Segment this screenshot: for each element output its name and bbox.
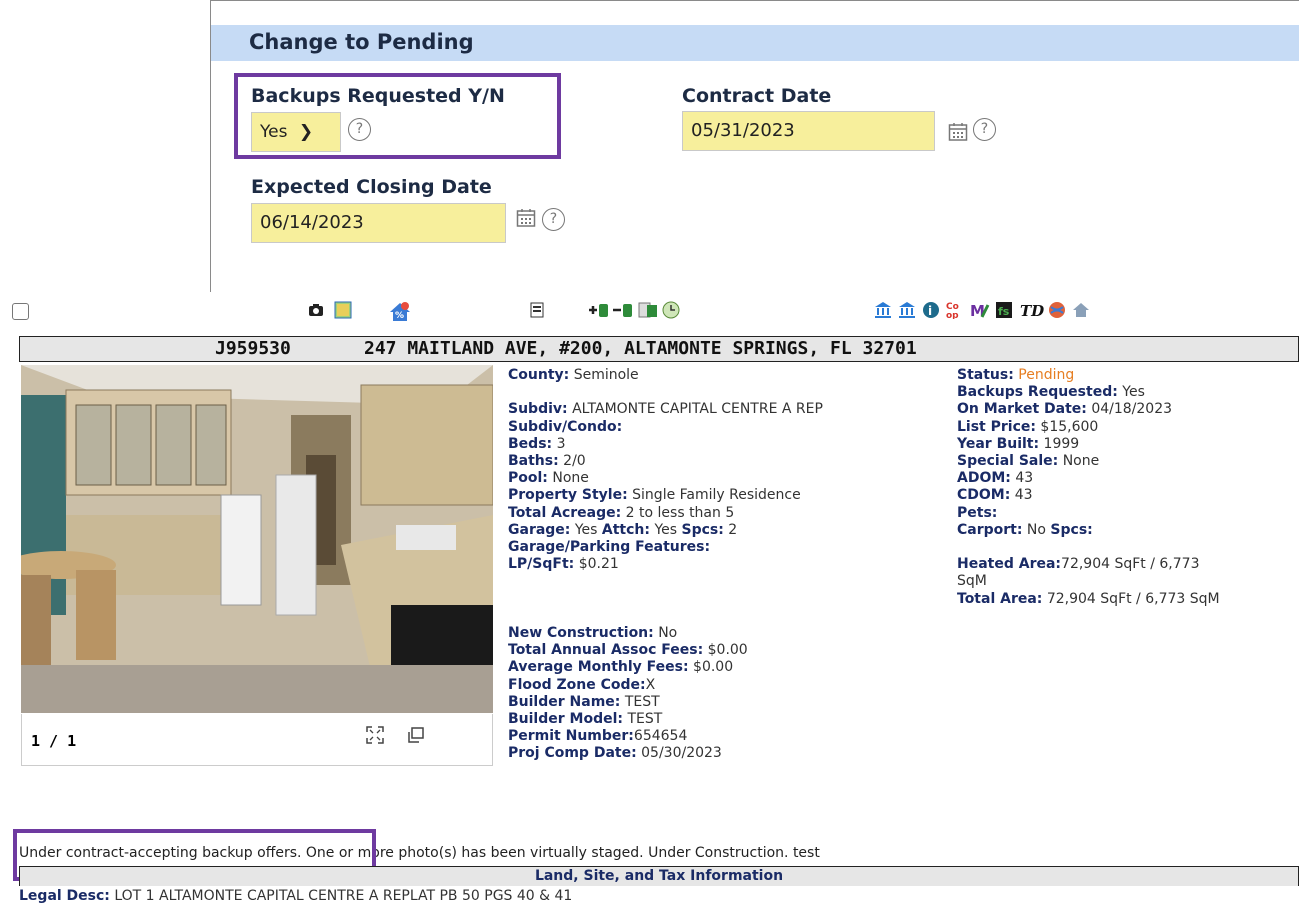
- proj-comp-date-row: Proj Comp Date: 05/30/2023: [508, 745, 722, 762]
- adom-row: ADOM: 43: [957, 470, 1034, 487]
- svg-text:fs: fs: [998, 305, 1010, 318]
- listing-details-left: County: Seminole Subdiv: ALTAMONTE CAPIT…: [508, 367, 938, 763]
- flood-data-icon[interactable]: fs: [995, 301, 1013, 319]
- map-globe-icon[interactable]: [1048, 301, 1066, 319]
- price-change-icon[interactable]: %: [389, 301, 411, 323]
- listing-address-bar: J959530 247 MAITLAND AVE, #200, ALTAMONT…: [19, 336, 1299, 362]
- builder-name-row: Builder Name: TEST: [508, 693, 660, 710]
- permit-number-row: Permit Number:654654: [508, 728, 688, 745]
- info-globe-icon[interactable]: i: [922, 301, 940, 319]
- cdom-row: CDOM: 43: [957, 487, 1033, 504]
- pets-row: Pets:: [957, 504, 998, 521]
- parking-features-row: Garage/Parking Features:: [508, 539, 711, 556]
- garage-row: Garage: Yes Attch: Yes Spcs: 2: [508, 521, 738, 538]
- year-built-row: Year Built: 1999: [957, 435, 1080, 452]
- home-icon[interactable]: [1072, 301, 1090, 319]
- svg-text:%: %: [395, 311, 404, 321]
- photo-counter: 1 / 1: [31, 732, 77, 750]
- panel-title: Change to Pending: [249, 30, 474, 54]
- heated-area-row: Heated Area:72,904 SqFt / 6,773: [957, 556, 1200, 573]
- calendar-icon[interactable]: [948, 122, 968, 142]
- tax-records-icon[interactable]: [874, 301, 892, 319]
- list-price-row: List Price: $15,600: [957, 418, 1099, 435]
- listing-toolbar: % i Co op M fs TD: [0, 293, 1299, 335]
- on-market-date-row: On Market Date: 04/18/2023: [957, 401, 1173, 418]
- photo-gallery-icon[interactable]: [334, 301, 352, 319]
- help-icon[interactable]: ?: [973, 118, 996, 141]
- kitchen-photo-image: [21, 365, 493, 713]
- county-row: County: Seminole: [508, 367, 639, 383]
- camera-icon[interactable]: [307, 301, 325, 319]
- total-area-row: Total Area: 72,904 SqFt / 6,773 SqM: [957, 590, 1220, 607]
- new-construction-row: New Construction: No: [508, 625, 678, 642]
- beds-row: Beds: 3: [508, 435, 566, 452]
- lp-sqft-row: LP/SqFt: $0.21: [508, 556, 619, 573]
- builder-model-row: Builder Model: TEST: [508, 711, 663, 728]
- property-style-row: Property Style: Single Family Residence: [508, 487, 801, 504]
- status-row: Status: Pending: [957, 367, 1075, 383]
- carport-row: Carport: No Spcs:: [957, 521, 1093, 538]
- contract-date-label: Contract Date: [682, 85, 832, 107]
- svg-text:TD: TD: [1020, 302, 1044, 319]
- expected-closing-date-input[interactable]: 06/14/2023: [251, 203, 506, 243]
- listing-details-right: Status: Pending Backups Requested: Yes O…: [957, 367, 1297, 608]
- monthly-fees-row: Average Monthly Fees: $0.00: [508, 659, 734, 676]
- fullscreen-icon[interactable]: [365, 725, 385, 745]
- subdiv-row: Subdiv: ALTAMONTE CAPITAL CENTRE A REP: [508, 401, 823, 418]
- annual-assoc-fees-row: Total Annual Assoc Fees: $0.00: [508, 642, 748, 659]
- select-listing-checkbox[interactable]: [12, 303, 29, 320]
- legal-desc-row: Legal Desc: LOT 1 ALTAMONTE CAPITAL CENT…: [19, 888, 573, 904]
- heated-area-row-cont: SqM: [957, 573, 987, 590]
- special-sale-row: Special Sale: None: [957, 453, 1100, 470]
- listing-photo[interactable]: [21, 365, 493, 713]
- panel-header: Change to Pending: [211, 25, 1299, 61]
- contract-date-input[interactable]: 05/31/2023: [682, 111, 935, 151]
- photo-controls: 1 / 1: [21, 714, 493, 766]
- flood-zone-row: Flood Zone Code:X: [508, 676, 656, 693]
- td-icon[interactable]: TD: [1020, 301, 1044, 319]
- backups-highlight-box: [234, 73, 561, 159]
- popout-icon[interactable]: [407, 726, 425, 744]
- mls-number[interactable]: J959530: [215, 338, 291, 359]
- backups-requested-row: Backups Requested: Yes: [957, 384, 1145, 401]
- expected-closing-date-label: Expected Closing Date: [251, 176, 492, 198]
- remove-from-cart-icon[interactable]: [612, 301, 634, 319]
- subdiv-condo-row: Subdiv/Condo:: [508, 418, 623, 435]
- listing-address: 247 MAITLAND AVE, #200, ALTAMONTE SPRING…: [364, 338, 917, 359]
- compare-icon[interactable]: [638, 301, 658, 319]
- print-icon[interactable]: [528, 301, 546, 319]
- total-acreage-row: Total Acreage: 2 to less than 5: [508, 504, 735, 521]
- svg-text:op: op: [946, 311, 959, 319]
- add-to-cart-icon[interactable]: [588, 301, 610, 319]
- section-header-land-site-tax[interactable]: Land, Site, and Tax Information: [19, 866, 1299, 886]
- help-icon[interactable]: ?: [542, 208, 565, 231]
- public-records-icon[interactable]: [898, 301, 916, 319]
- market-conditions-icon[interactable]: M: [970, 301, 990, 319]
- pool-row: Pool: None: [508, 470, 589, 487]
- coop-icon[interactable]: Coop: [946, 301, 964, 319]
- history-icon[interactable]: [662, 301, 682, 319]
- svg-text:i: i: [928, 304, 932, 318]
- baths-row: Baths: 2/0: [508, 453, 586, 469]
- calendar-icon[interactable]: [516, 208, 536, 228]
